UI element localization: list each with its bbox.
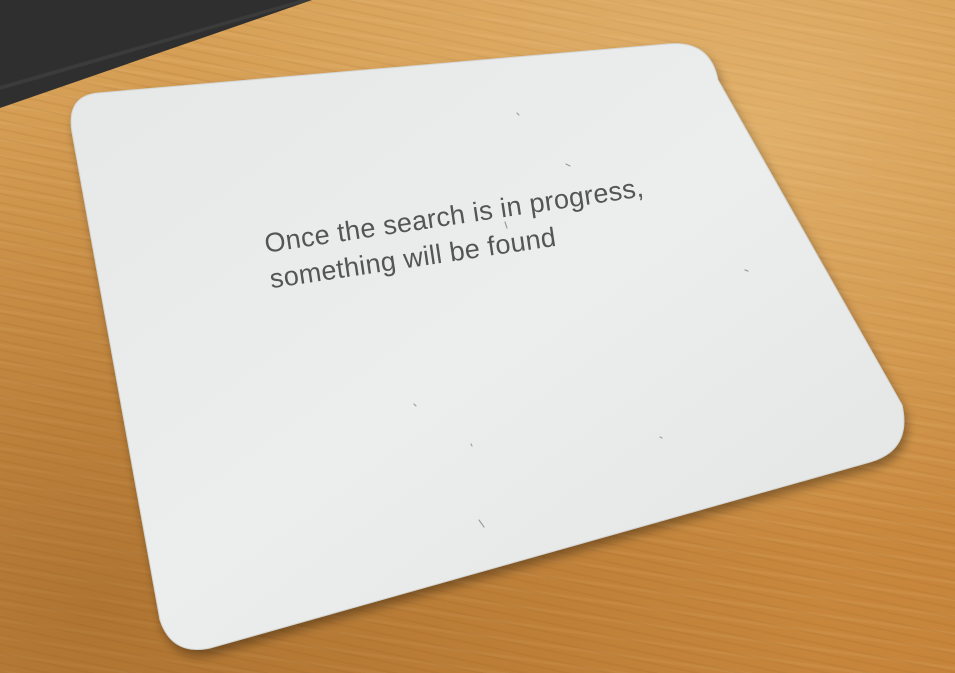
card-surface bbox=[70, 43, 905, 650]
card bbox=[70, 43, 905, 650]
